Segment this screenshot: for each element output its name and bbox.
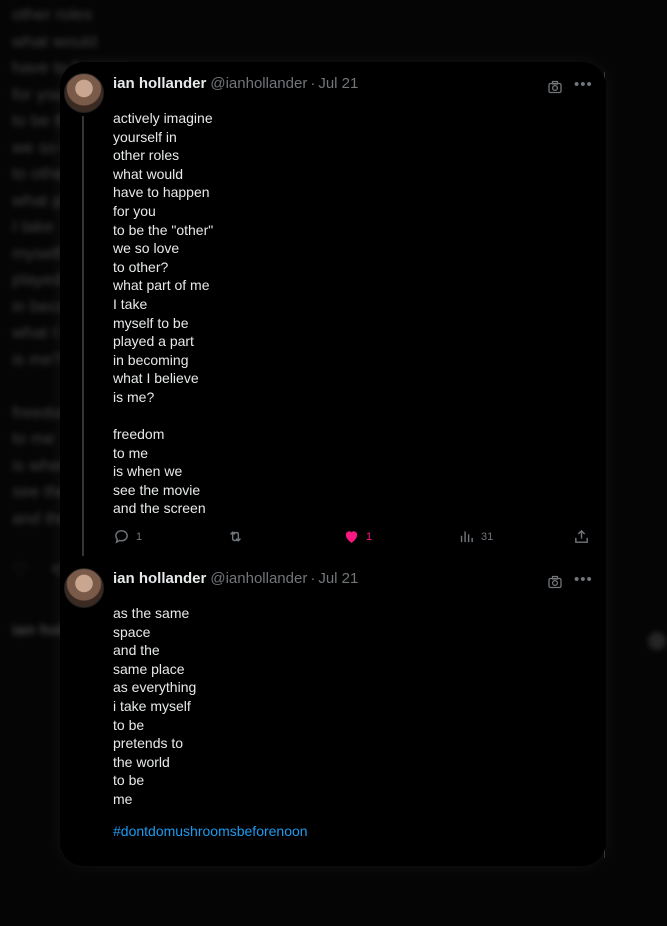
share-icon [575,529,588,543]
retweet-button[interactable] [227,528,244,545]
tweet-line: played a part [113,333,194,350]
tweet-text: as the same space and the same place as ever… [113,604,553,827]
tweet-line: and the screen [113,500,206,517]
tweet-line: freedom [113,426,165,443]
author-handle[interactable]: @ianhollander [210,75,307,92]
tweet-line: to be [113,772,145,789]
tweet-line: actively imagine [113,110,213,126]
tweet-line: is when we [113,463,183,480]
retweet-icon [230,531,241,542]
thread-line [82,116,84,556]
tweet-line: see the movie [113,481,201,498]
views-icon [460,531,473,543]
tweet-line: I take [113,295,148,312]
share-button[interactable] [573,528,590,545]
more-icon[interactable]: ••• [574,572,593,587]
tweet-line: in becoming [113,351,189,368]
reply-count: 1 [136,530,143,543]
tweet-text: actively imagine yourself in other roles wh… [113,109,553,518]
more-icon[interactable]: ••• [574,77,593,92]
tweet-line: yourself in [113,128,177,145]
tweet-line: same place [113,660,185,677]
tweet-line: what I believe [113,370,199,387]
tweet-line: me [113,790,133,807]
camera-icon[interactable] [548,80,562,94]
avatar[interactable] [64,568,104,608]
tweet-date[interactable]: Jul 21 [318,75,358,92]
tweet-line: other roles [113,147,180,164]
reply-icon [115,530,128,544]
tweet-line: is me? [113,388,155,405]
separator: · [310,570,316,587]
tweet-date[interactable]: Jul 21 [318,570,358,587]
tweet-line: the world [113,753,170,770]
avatar[interactable] [64,73,104,113]
hashtag-link[interactable]: #dontdomushroomsbeforenoon [113,823,308,839]
tweet-card: ian hollander @ianhollander · Jul 21 ••• ac… [60,62,606,866]
tweet-header: ian hollander @ianhollander · Jul 21 [113,570,358,587]
tweet-line: myself to be [113,314,189,331]
views-count: 31 [481,530,494,543]
tweet-line: and the [113,642,160,659]
author-name[interactable]: ian hollander [113,75,206,92]
like-button[interactable]: 1 [343,528,372,545]
tweet-line: pretends to [113,735,184,752]
tweet-line: to other? [113,258,169,275]
tweet-line: what would [113,165,184,182]
tweet-line: space [113,623,151,640]
tweet-line: as the same [113,605,190,621]
tweet-line: to me [113,444,149,461]
tweet-actions: 1 1 31 [113,528,593,548]
tweet-header: ian hollander @ianhollander · Jul 21 [113,75,358,92]
hashtag-line: #dontdomushroomsbeforenoon [113,822,553,841]
background-avatar [648,632,666,650]
tweet-line: for you [113,202,156,219]
camera-icon[interactable] [548,575,562,589]
tweet-line [113,407,553,426]
reply-button[interactable]: 1 [113,528,142,545]
tweet-line: i take myself [113,697,191,714]
author-handle[interactable]: @ianhollander [210,570,307,587]
tweet-line: as everything [113,679,197,696]
separator: · [310,75,316,92]
tweet-line: to be the "other" [113,221,214,238]
heart-icon [345,531,358,543]
tweet-line: have to happen [113,184,210,201]
tweet-line: what part of me [113,277,210,294]
views-button[interactable]: 31 [458,528,493,545]
tweet-line: we so love [113,240,180,257]
tweet-line: to be [113,716,145,733]
author-name[interactable]: ian hollander [113,570,206,587]
like-count: 1 [366,530,373,543]
